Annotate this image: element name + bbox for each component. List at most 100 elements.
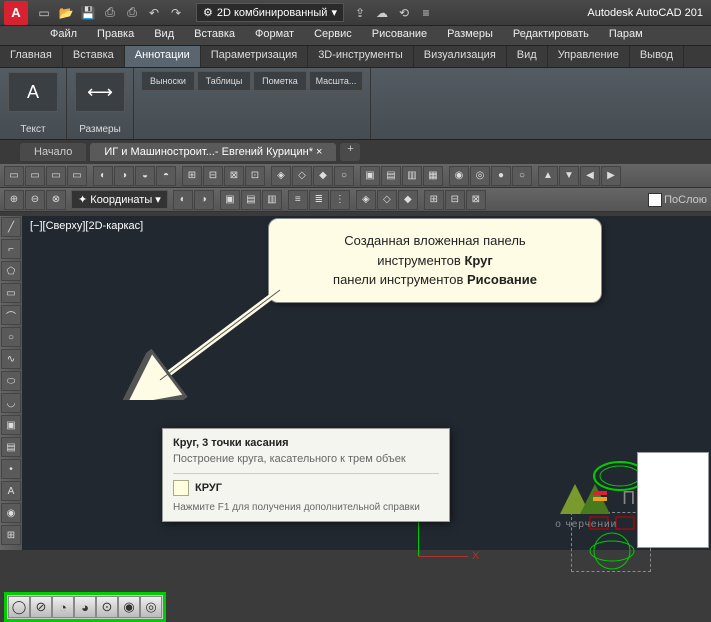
menu-format[interactable]: Формат bbox=[245, 26, 304, 45]
ellipsearc-icon[interactable]: ◡ bbox=[1, 393, 21, 413]
more-icon[interactable]: ≡ bbox=[416, 3, 436, 23]
menu-draw[interactable]: Рисование bbox=[362, 26, 437, 45]
tb-icon[interactable]: ◈ bbox=[356, 190, 376, 210]
tab-manage[interactable]: Управление bbox=[548, 46, 630, 67]
tb-icon[interactable]: ⊡ bbox=[245, 166, 265, 186]
tab-insert[interactable]: Вставка bbox=[63, 46, 125, 67]
menu-modify[interactable]: Редактировать bbox=[503, 26, 599, 45]
saveas-icon[interactable]: ⎙ bbox=[100, 3, 120, 23]
menu-edit[interactable]: Правка bbox=[87, 26, 144, 45]
circle-center-radius-icon[interactable]: ◯ bbox=[8, 596, 30, 618]
tb-icon[interactable]: ▥ bbox=[402, 166, 422, 186]
text-icon[interactable]: A bbox=[1, 481, 21, 501]
open-icon[interactable]: 📂 bbox=[56, 3, 76, 23]
tb-icon[interactable]: ◆ bbox=[398, 190, 418, 210]
tb-icon[interactable]: ◇ bbox=[377, 190, 397, 210]
line-icon[interactable]: ╱ bbox=[1, 217, 21, 237]
hatch-icon[interactable]: ▤ bbox=[1, 437, 21, 457]
menu-view[interactable]: Вид bbox=[144, 26, 184, 45]
tb-icon[interactable]: ⊟ bbox=[203, 166, 223, 186]
point-icon[interactable]: • bbox=[1, 459, 21, 479]
ellipse-icon[interactable]: ⬭ bbox=[1, 371, 21, 391]
viewport-label[interactable]: [−][Сверху][2D-каркас] bbox=[30, 220, 143, 232]
polyline-icon[interactable]: ⌐ bbox=[1, 239, 21, 259]
region-icon[interactable]: ◉ bbox=[1, 503, 21, 523]
tb-icon[interactable]: ◇ bbox=[292, 166, 312, 186]
color-swatch[interactable] bbox=[648, 193, 662, 207]
plot-icon[interactable]: ⎙ bbox=[122, 3, 142, 23]
workspace-dropdown[interactable]: ⚙ 2D комбинированный ▾ bbox=[196, 3, 344, 22]
tb-icon[interactable]: ◐ bbox=[173, 190, 193, 210]
tb-icon[interactable]: ▦ bbox=[423, 166, 443, 186]
tb-icon[interactable]: ◓ bbox=[156, 166, 176, 186]
tab-annotate[interactable]: Аннотации bbox=[125, 46, 201, 67]
tb-icon[interactable]: ○ bbox=[512, 166, 532, 186]
tb-icon[interactable]: ◉ bbox=[449, 166, 469, 186]
tab-home[interactable]: Главная bbox=[0, 46, 63, 67]
tb-icon[interactable]: ⊞ bbox=[182, 166, 202, 186]
tab-output[interactable]: Вывод bbox=[630, 46, 684, 67]
share-icon[interactable]: ⇪ bbox=[350, 3, 370, 23]
tb-icon[interactable]: ≡ bbox=[288, 190, 308, 210]
tab-parametric[interactable]: Параметризация bbox=[201, 46, 308, 67]
scale-button[interactable]: Масшта... bbox=[309, 71, 363, 91]
tb-icon[interactable]: ◆ bbox=[313, 166, 333, 186]
tb-icon[interactable]: ⊖ bbox=[25, 190, 45, 210]
tb-icon[interactable]: ▭ bbox=[25, 166, 45, 186]
tb-icon[interactable]: ◈ bbox=[271, 166, 291, 186]
rectangle-icon[interactable]: ▭ bbox=[1, 283, 21, 303]
leaders-button[interactable]: Выноски bbox=[141, 71, 195, 91]
tb-icon[interactable]: ▭ bbox=[46, 166, 66, 186]
cloud-icon[interactable]: ☁ bbox=[372, 3, 392, 23]
tb-icon[interactable]: ○ bbox=[334, 166, 354, 186]
circle-donut-icon[interactable]: ◎ bbox=[140, 596, 162, 618]
sync-icon[interactable]: ⟲ bbox=[394, 3, 414, 23]
arc-icon[interactable]: ⌒ bbox=[1, 305, 21, 325]
close-icon[interactable]: × bbox=[316, 146, 322, 158]
table-icon[interactable]: ⊞ bbox=[1, 525, 21, 545]
dimension-button[interactable]: ⟷ bbox=[75, 72, 125, 112]
tb-icon[interactable]: ◎ bbox=[470, 166, 490, 186]
tab-visualize[interactable]: Визуализация bbox=[414, 46, 507, 67]
circle-2point-icon[interactable]: ◔ bbox=[52, 596, 74, 618]
tb-icon[interactable]: ▣ bbox=[220, 190, 240, 210]
tb-icon[interactable]: ▼ bbox=[559, 166, 579, 186]
text-button[interactable]: A bbox=[8, 72, 58, 112]
tb-icon[interactable]: ▭ bbox=[67, 166, 87, 186]
tb-icon[interactable]: ⊗ bbox=[46, 190, 66, 210]
tb-icon[interactable]: ⋮ bbox=[330, 190, 350, 210]
tab-3d[interactable]: 3D-инструменты bbox=[308, 46, 414, 67]
tb-icon[interactable]: ⊕ bbox=[4, 190, 24, 210]
tb-icon[interactable]: ◑ bbox=[194, 190, 214, 210]
circle-center-diameter-icon[interactable]: ⊘ bbox=[30, 596, 52, 618]
menu-dimension[interactable]: Размеры bbox=[437, 26, 503, 45]
tb-icon[interactable]: ≣ bbox=[309, 190, 329, 210]
menu-param[interactable]: Парам bbox=[599, 26, 653, 45]
menu-tools[interactable]: Сервис bbox=[304, 26, 362, 45]
redo-icon[interactable]: ↷ bbox=[166, 3, 186, 23]
coord-dropdown[interactable]: ✦ Координаты ▾ bbox=[71, 190, 168, 209]
tables-button[interactable]: Таблицы bbox=[197, 71, 251, 91]
save-icon[interactable]: 💾 bbox=[78, 3, 98, 23]
menu-file[interactable]: Файл bbox=[40, 26, 87, 45]
tb-icon[interactable]: ▭ bbox=[4, 166, 24, 186]
circle-ttr-icon[interactable]: ⊙ bbox=[96, 596, 118, 618]
tb-icon[interactable]: ⊠ bbox=[224, 166, 244, 186]
tb-icon[interactable]: ▤ bbox=[381, 166, 401, 186]
undo-icon[interactable]: ↶ bbox=[144, 3, 164, 23]
circle-3point-icon[interactable]: ◕ bbox=[74, 596, 96, 618]
polygon-icon[interactable]: ⬠ bbox=[1, 261, 21, 281]
tb-icon[interactable]: ▤ bbox=[241, 190, 261, 210]
tb-icon[interactable]: ⊞ bbox=[424, 190, 444, 210]
new-icon[interactable]: ▭ bbox=[34, 3, 54, 23]
tb-icon[interactable]: ▲ bbox=[538, 166, 558, 186]
tb-icon[interactable]: ⊟ bbox=[445, 190, 465, 210]
tb-icon[interactable]: ◑ bbox=[114, 166, 134, 186]
circle-icon[interactable]: ○ bbox=[1, 327, 21, 347]
menu-insert[interactable]: Вставка bbox=[184, 26, 245, 45]
tab-drawing[interactable]: ИГ и Машиностроит...- Евгений Курицин* × bbox=[90, 143, 336, 161]
markup-button[interactable]: Пометка bbox=[253, 71, 307, 91]
new-tab-button[interactable]: + bbox=[340, 143, 360, 161]
tb-icon[interactable]: ▥ bbox=[262, 190, 282, 210]
tab-start[interactable]: Начало bbox=[20, 143, 86, 161]
